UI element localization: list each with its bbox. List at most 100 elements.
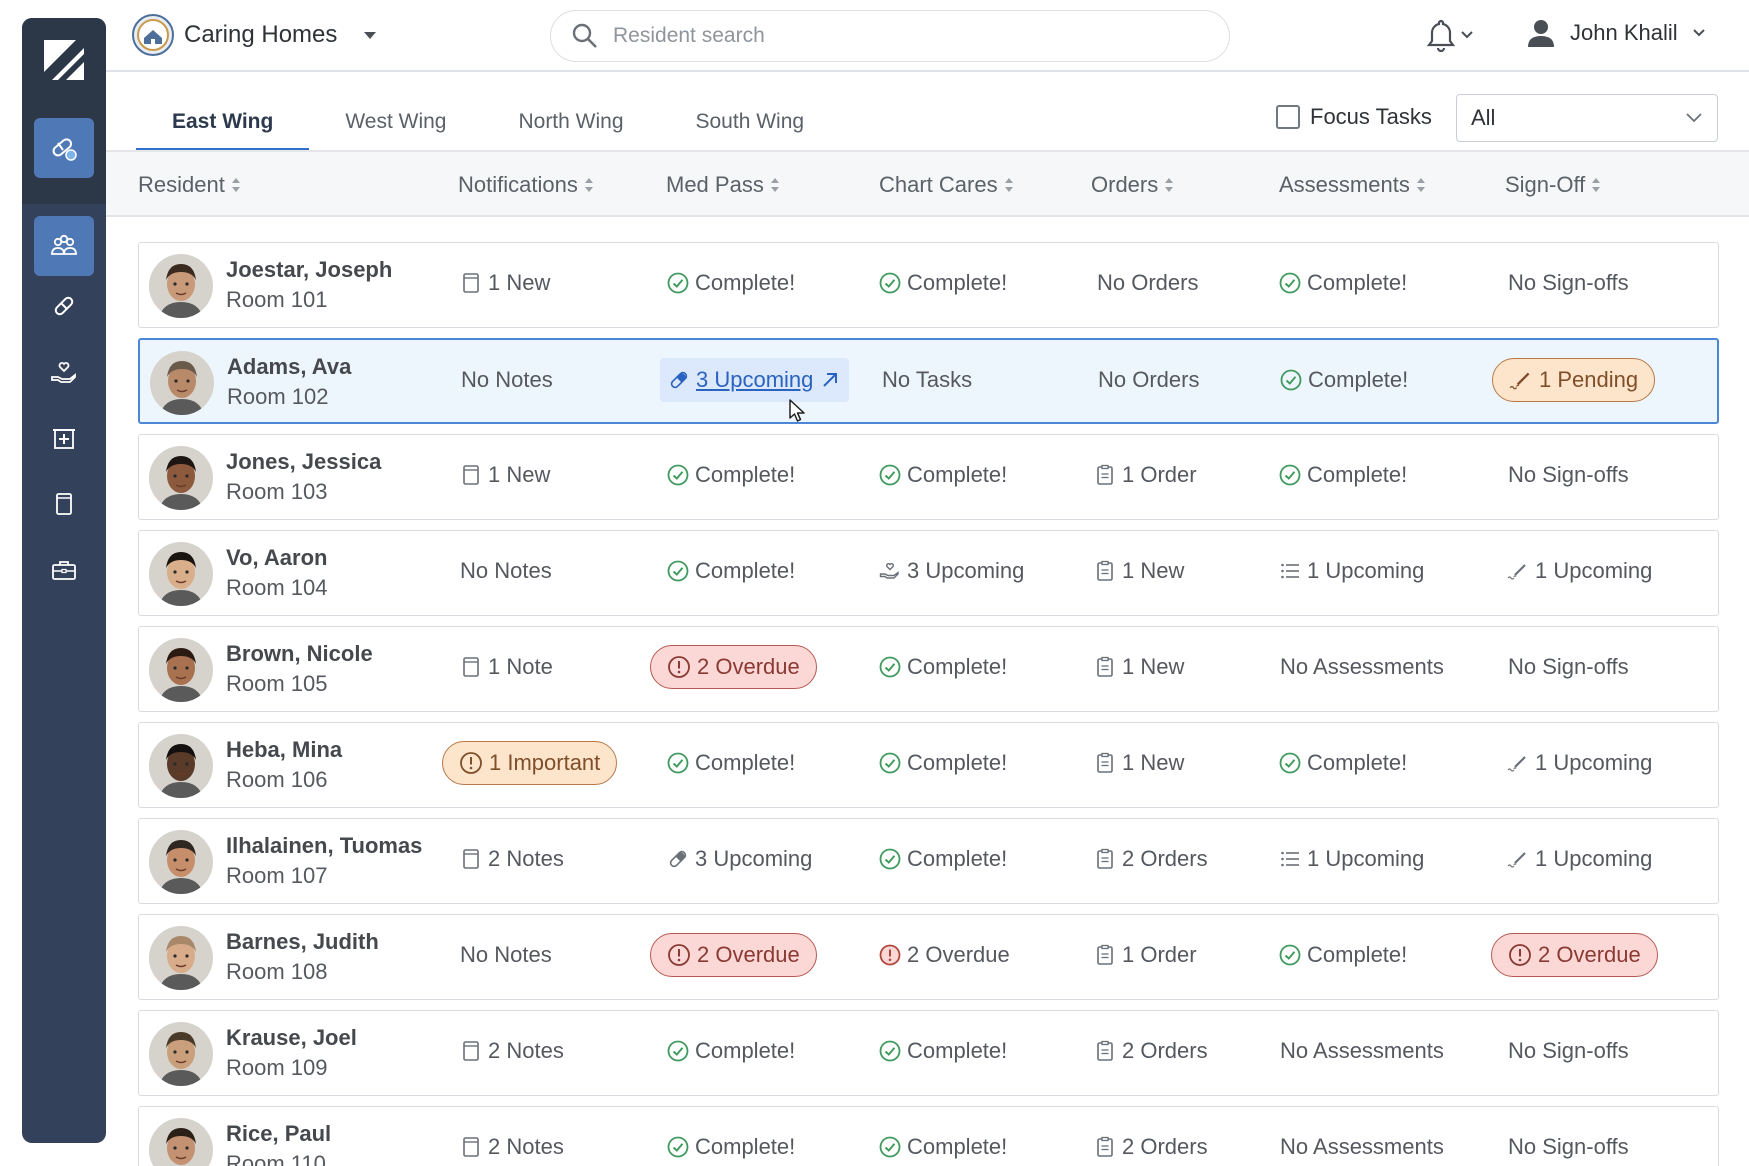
orders-cell[interactable]: 2 Orders xyxy=(1094,1038,1208,1064)
resident-name[interactable]: Heba, Mina xyxy=(226,737,342,763)
tab-west-wing[interactable]: West Wing xyxy=(309,96,482,152)
resident-name[interactable]: Adams, Ava xyxy=(227,354,351,380)
chart-cares-cell[interactable]: Complete! xyxy=(879,654,1007,680)
orders-cell[interactable]: 1 New xyxy=(1094,558,1184,584)
filter-select[interactable]: All xyxy=(1456,94,1718,142)
wing-tabs: East Wing West Wing North Wing South Win… xyxy=(136,96,840,152)
orders-cell[interactable]: 2 Orders xyxy=(1094,846,1208,872)
search-input[interactable] xyxy=(613,24,1173,48)
chart-cares-cell[interactable]: Complete! xyxy=(879,462,1007,488)
resident-name[interactable]: Brown, Nicole xyxy=(226,641,373,667)
sidebar-item-residents[interactable] xyxy=(34,216,94,276)
assessments-cell[interactable]: Complete! xyxy=(1280,367,1408,393)
notifications-important-badge[interactable]: 1 Important xyxy=(442,741,618,785)
sidebar-item-medication[interactable] xyxy=(34,118,94,178)
check-circle-icon xyxy=(879,1136,901,1158)
med-pass-cell[interactable]: Complete! xyxy=(667,750,795,776)
resident-name[interactable]: Krause, Joel xyxy=(226,1025,357,1051)
med-pass-overdue-badge[interactable]: 2 Overdue xyxy=(650,645,817,689)
table-row[interactable]: Krause, Joel Room 109 2 Notes Complete! Comp… xyxy=(138,1010,1719,1096)
chart-cares-cell[interactable]: Complete! xyxy=(879,270,1007,296)
assessments-cell[interactable]: Complete! xyxy=(1279,270,1407,296)
sidebar-item-notes[interactable] xyxy=(34,474,94,534)
table-row[interactable]: Barnes, Judith Room 108 No Notes 2 Overdue 2… xyxy=(138,914,1719,1000)
chart-cares-cell[interactable]: Complete! xyxy=(879,1134,1007,1160)
assessments-cell[interactable]: Complete! xyxy=(1279,942,1407,968)
check-circle-icon xyxy=(879,848,901,870)
assessments-cell[interactable]: 1 Upcoming xyxy=(1279,558,1424,584)
orders-cell[interactable]: 1 Order xyxy=(1094,462,1197,488)
orders-cell[interactable]: 1 Order xyxy=(1094,942,1197,968)
med-pass-cell[interactable]: Complete! xyxy=(667,558,795,584)
resident-name[interactable]: Rice, Paul xyxy=(226,1121,331,1147)
check-circle-icon xyxy=(1279,464,1301,486)
orders-cell[interactable]: 1 New xyxy=(1094,750,1184,776)
resident-name[interactable]: Vo, Aaron xyxy=(226,545,327,571)
sidebar-item-care[interactable] xyxy=(34,342,94,402)
table-row[interactable]: Jones, Jessica Room 103 1 New Complete! Comp… xyxy=(138,434,1719,520)
notifications-cell[interactable]: 2 Notes xyxy=(460,846,564,872)
notifications-menu[interactable] xyxy=(1426,18,1474,52)
orders-cell[interactable]: 1 New xyxy=(1094,654,1184,680)
app-logo-icon[interactable] xyxy=(44,40,84,80)
focus-tasks-toggle[interactable]: Focus Tasks xyxy=(1276,104,1432,130)
column-header-assessments[interactable]: Assessments xyxy=(1279,172,1426,198)
table-row[interactable]: Joestar, Joseph Room 101 1 New Complete! Com… xyxy=(138,242,1719,328)
table-row[interactable]: Vo, Aaron Room 104 No Notes Complete! 3 Upco… xyxy=(138,530,1719,616)
chart-cares-cell[interactable]: 3 Upcoming xyxy=(879,558,1024,584)
tab-east-wing[interactable]: East Wing xyxy=(136,96,310,152)
sign-off-pending-badge[interactable]: 1 Pending xyxy=(1492,358,1656,402)
notifications-cell[interactable]: 1 Note xyxy=(460,654,553,680)
tab-north-wing[interactable]: North Wing xyxy=(482,96,659,152)
chart-cares-cell[interactable]: Complete! xyxy=(879,750,1007,776)
column-header-resident[interactable]: Resident xyxy=(138,172,241,198)
table-row[interactable]: Rice, Paul Room 110 2 Notes Complete! Comple… xyxy=(138,1106,1719,1166)
user-menu[interactable]: John Khalil xyxy=(1526,18,1706,48)
column-header-orders[interactable]: Orders xyxy=(1091,172,1174,198)
table-row[interactable]: Adams, Ava Room 102 No Notes 3 Upcoming No T… xyxy=(138,338,1719,424)
assessments-cell[interactable]: Complete! xyxy=(1279,462,1407,488)
tab-south-wing[interactable]: South Wing xyxy=(660,96,841,152)
sidebar-item-pills[interactable] xyxy=(34,276,94,336)
chevron-down-icon[interactable] xyxy=(361,29,379,41)
column-header-med-pass[interactable]: Med Pass xyxy=(666,172,780,198)
med-pass-cell[interactable]: Complete! xyxy=(667,462,795,488)
assessments-cell[interactable]: 1 Upcoming xyxy=(1279,846,1424,872)
chart-cares-cell[interactable]: 2 Overdue xyxy=(879,942,1010,968)
column-header-chart-cares[interactable]: Chart Cares xyxy=(879,172,1014,198)
table-row[interactable]: Heba, Mina Room 106 1 Important Complete! Co… xyxy=(138,722,1719,808)
column-header-notifications[interactable]: Notifications xyxy=(458,172,594,198)
column-header-sign-off[interactable]: Sign-Off xyxy=(1505,172,1601,198)
sign-off-cell[interactable]: 1 Upcoming xyxy=(1507,750,1652,776)
resident-name[interactable]: Jones, Jessica xyxy=(226,449,381,475)
med-pass-cell[interactable]: Complete! xyxy=(667,270,795,296)
med-pass-cell[interactable]: Complete! xyxy=(667,1134,795,1160)
orders-cell[interactable]: 2 Orders xyxy=(1094,1134,1208,1160)
table-row[interactable]: Ilhalainen, Tuomas Room 107 2 Notes 3 Upcom… xyxy=(138,818,1719,904)
notifications-cell[interactable]: 2 Notes xyxy=(460,1038,564,1064)
resident-name[interactable]: Ilhalainen, Tuomas xyxy=(226,833,422,859)
sign-off-overdue-badge[interactable]: 2 Overdue xyxy=(1491,933,1658,977)
check-circle-icon xyxy=(879,272,901,294)
table-row[interactable]: Brown, Nicole Room 105 1 Note 2 Overdue Comp… xyxy=(138,626,1719,712)
focus-tasks-checkbox[interactable] xyxy=(1276,105,1300,129)
resident-name[interactable]: Joestar, Joseph xyxy=(226,257,392,283)
facility-switcher[interactable]: Caring Homes xyxy=(132,14,379,56)
med-pass-overdue-badge[interactable]: 2 Overdue xyxy=(650,933,817,977)
med-pass-cell[interactable]: Complete! xyxy=(667,1038,795,1064)
med-pass-cell[interactable]: 3 Upcoming xyxy=(667,846,812,872)
sign-off-cell[interactable]: 1 Upcoming xyxy=(1507,846,1652,872)
notifications-cell[interactable]: 1 New xyxy=(460,462,550,488)
chart-cares-cell[interactable]: Complete! xyxy=(879,1038,1007,1064)
orders-text: No Orders xyxy=(1098,367,1200,392)
resident-name[interactable]: Barnes, Judith xyxy=(226,929,379,955)
resident-search[interactable] xyxy=(550,10,1230,62)
sidebar-item-medical-kit[interactable] xyxy=(34,408,94,468)
notifications-cell[interactable]: 2 Notes xyxy=(460,1134,564,1160)
chart-cares-cell[interactable]: Complete! xyxy=(879,846,1007,872)
notifications-cell[interactable]: 1 New xyxy=(460,270,550,296)
assessments-cell[interactable]: Complete! xyxy=(1279,750,1407,776)
med-pass-link[interactable]: 3 Upcoming xyxy=(660,358,850,402)
sign-off-cell[interactable]: 1 Upcoming xyxy=(1507,558,1652,584)
sidebar-item-briefcase[interactable] xyxy=(34,540,94,600)
